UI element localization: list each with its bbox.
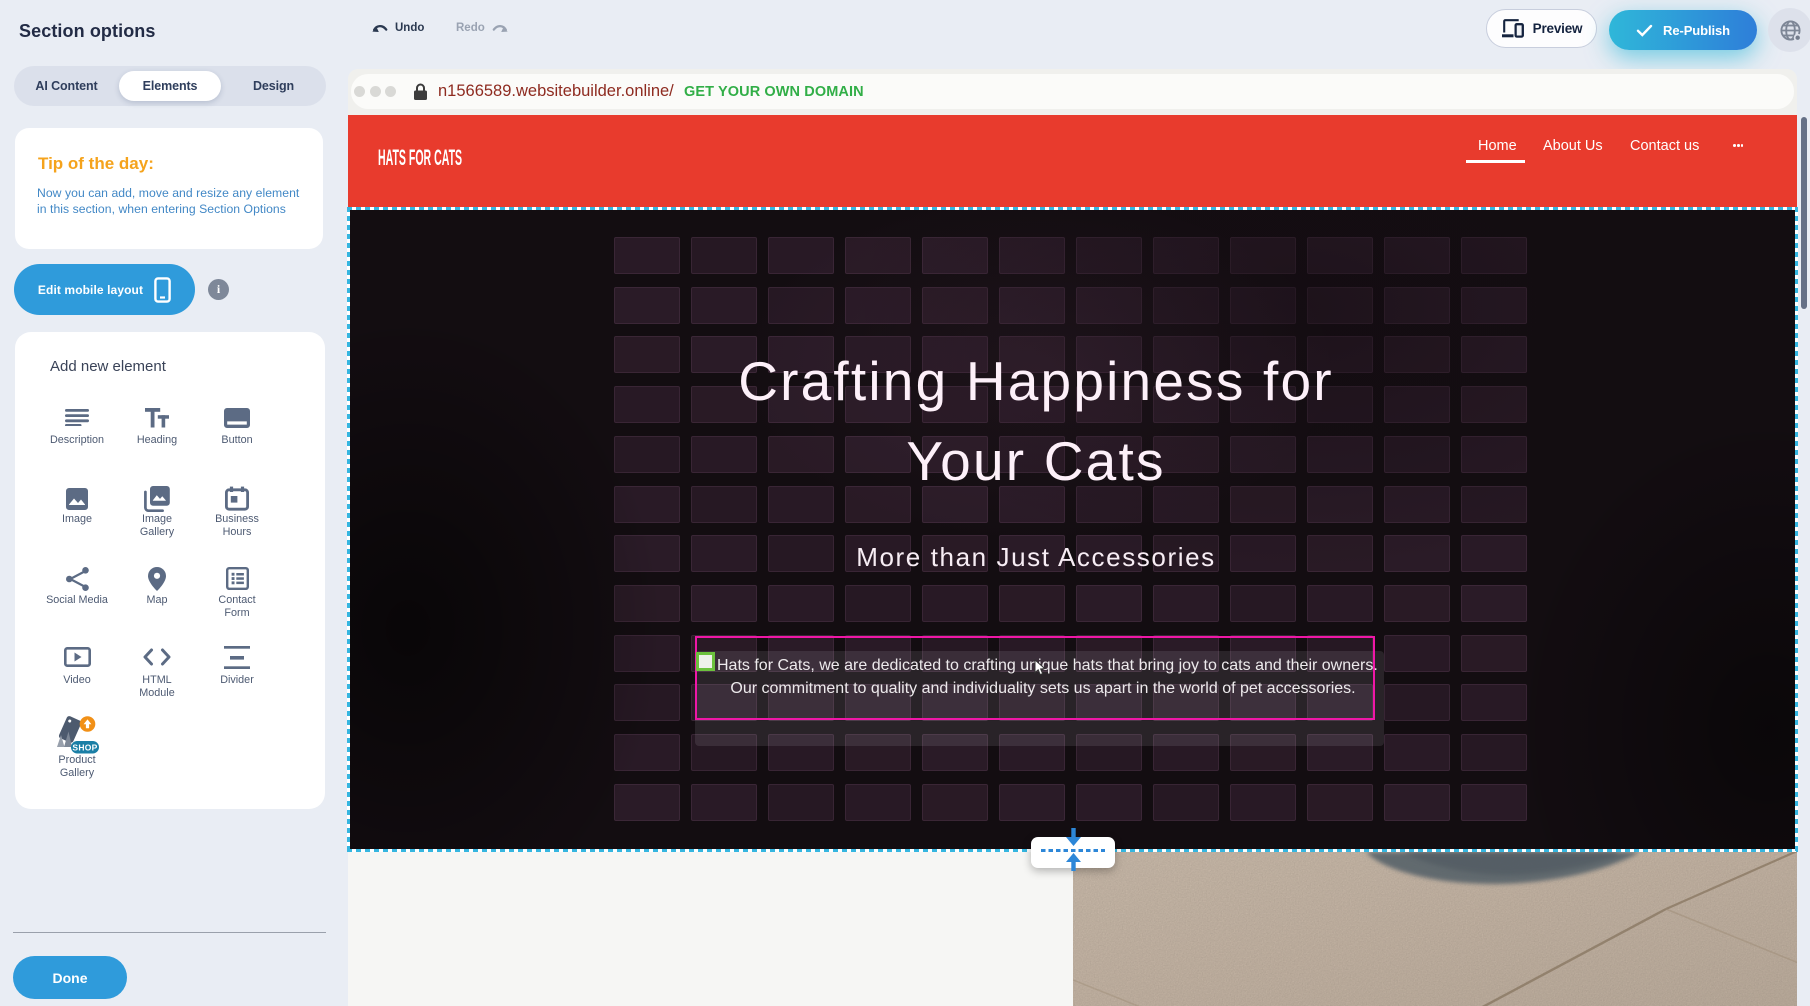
svg-text:SHOP: SHOP <box>72 743 97 753</box>
